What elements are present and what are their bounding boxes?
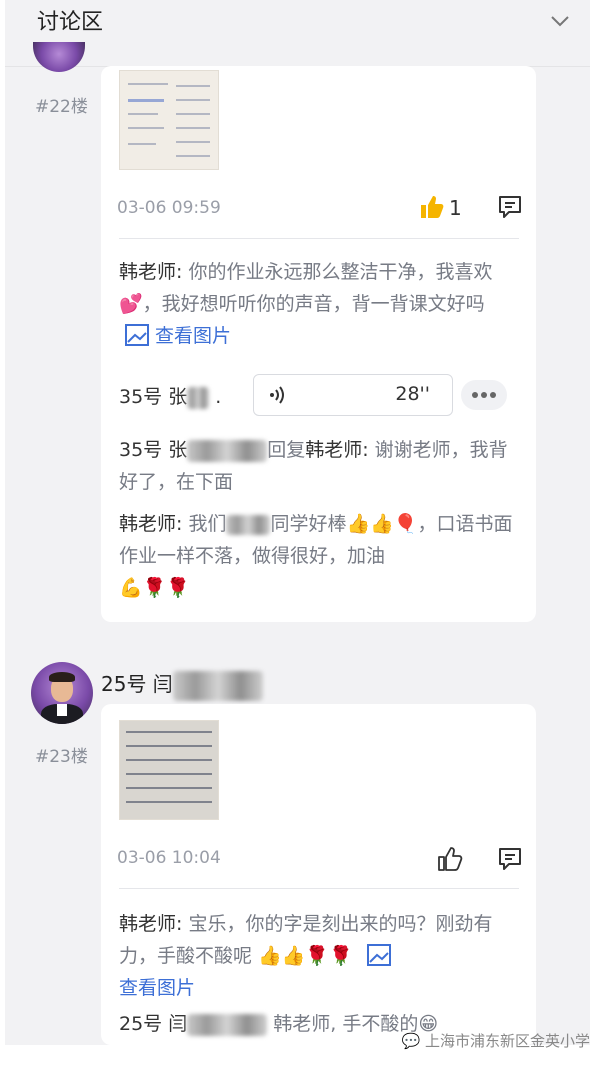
divider [119, 888, 519, 889]
discussion-panel: 讨论区 #22楼 03-06 09:59 1 韩老师: 你的作业永远那么整洁干净… [5, 0, 590, 1045]
reply-word: 回复 [267, 439, 306, 461]
student-reply: 35号 张回复韩老师: 谢谢老师，我背好了，在下面 [119, 434, 519, 498]
discussion-header: 讨论区 [5, 0, 590, 67]
view-image-link[interactable]: 查看图片 [119, 977, 195, 999]
avatar[interactable] [31, 662, 93, 724]
emoji: 💪🌹🌹 [119, 577, 190, 599]
like-count: 1 [449, 196, 462, 220]
divider [119, 238, 519, 239]
reply-target: 韩老师: [305, 439, 369, 461]
comment-author: 韩老师: [119, 913, 183, 935]
voice-wave-icon [270, 386, 284, 404]
teacher-comment: 韩老师: 我们 同学好棒👍👍🎈，口语书面作业一样不落，做得很好，加油 💪🌹🌹 [119, 513, 513, 599]
floor-number: #22楼 [35, 97, 88, 117]
image-icon[interactable] [366, 944, 391, 966]
voice-message[interactable]: 28'' [253, 374, 453, 416]
teacher-comment: 韩老师: 你的作业永远那么整洁干净，我喜欢💕，我好想听听你的声音，背一背课文好吗… [119, 256, 519, 352]
post-timestamp: 03-06 09:59 [117, 198, 221, 218]
wechat-icon: 💬 [401, 1032, 425, 1050]
chevron-down-icon[interactable] [549, 10, 571, 32]
post-card: 03-06 10:04 韩老师: 宝乐，你的字是刻出来的吗？刚劲有力，手酸不酸呢… [101, 704, 536, 1045]
voice-author: 35号 张 . [119, 386, 222, 409]
avatar[interactable] [33, 42, 85, 72]
post-timestamp: 03-06 10:04 [117, 848, 221, 868]
watermark: 💬 上海市浦东新区金英小学 [401, 1032, 590, 1050]
thumbs-up-filled-icon[interactable] [419, 194, 445, 220]
voice-duration: 28'' [395, 383, 430, 405]
floor-number: #23楼 [35, 747, 88, 767]
thumbs-up-icon[interactable] [437, 846, 463, 872]
comment-author: 韩老师: [119, 261, 183, 283]
view-image-link[interactable]: 查看图片 [155, 325, 231, 347]
reply-author: 35号 张 [119, 439, 188, 461]
emoji: 👍👍🎈 [346, 513, 418, 535]
image-icon[interactable] [125, 324, 149, 346]
teacher-comment: 韩老师: 宝乐，你的字是刻出来的吗？刚劲有力，手酸不酸呢 👍👍🌹🌹 查看图片 [119, 908, 519, 1004]
post-card: 03-06 09:59 1 韩老师: 你的作业永远那么整洁干净，我喜欢💕，我好想… [101, 66, 536, 622]
homework-image[interactable] [119, 720, 219, 820]
more-dots-icon [472, 392, 496, 398]
reply-target: 韩老师, [273, 1013, 337, 1035]
emoji: 👍👍🌹🌹 [258, 945, 353, 967]
comment-icon[interactable] [497, 194, 523, 220]
header-title: 讨论区 [37, 10, 104, 35]
reply-author: 25号 闫 [119, 1013, 188, 1035]
post-username: 25号 闫 [101, 668, 263, 701]
homework-image[interactable] [119, 70, 219, 170]
comment-author: 韩老师: [119, 513, 183, 535]
comment-icon[interactable] [497, 846, 523, 872]
more-options-button[interactable] [461, 380, 507, 410]
